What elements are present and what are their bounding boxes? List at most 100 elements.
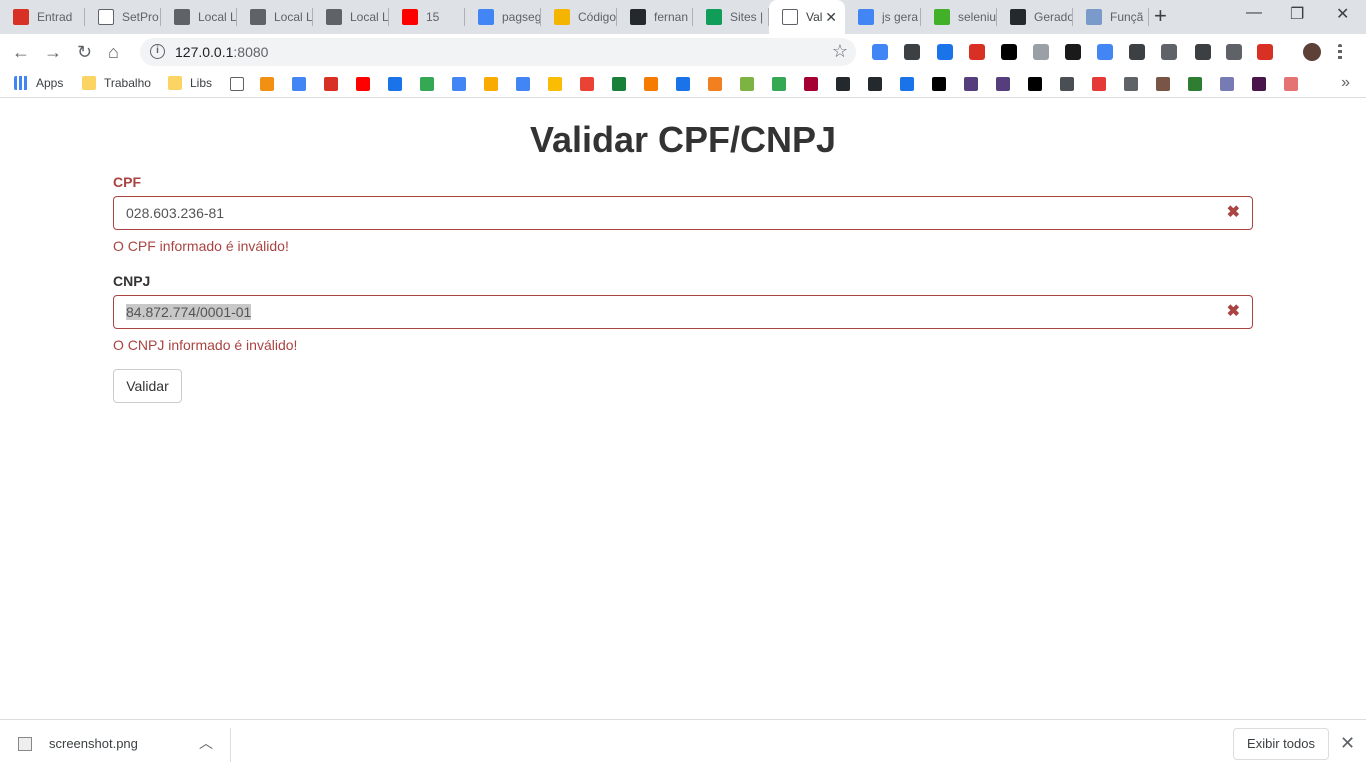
- gmail-icon[interactable]: [324, 77, 338, 91]
- photos-icon[interactable]: [580, 77, 594, 91]
- cpf-input[interactable]: 028.603.236-81 ✖: [113, 196, 1253, 230]
- maps-icon[interactable]: [420, 77, 434, 91]
- cloudflare-icon[interactable]: [708, 77, 722, 91]
- new-tab-button[interactable]: +: [1154, 5, 1167, 27]
- apps-icon: [14, 76, 28, 90]
- github-icon[interactable]: [868, 77, 882, 91]
- notion-icon[interactable]: [1065, 44, 1081, 60]
- browser-tab[interactable]: seleniu: [921, 0, 997, 34]
- avatar[interactable]: [1303, 43, 1321, 61]
- browser-tab[interactable]: Local L: [237, 0, 313, 34]
- flag-icon[interactable]: [900, 77, 914, 91]
- divider: [230, 728, 231, 762]
- page-icon[interactable]: [230, 77, 244, 91]
- menu-icon[interactable]: [1338, 44, 1342, 60]
- browser-tab[interactable]: fernan: [617, 0, 693, 34]
- address-bar[interactable]: i 127.0.0.1:8080 ☆: [140, 38, 856, 66]
- cnpj-input[interactable]: 84.872.774/0001-01 ✖: [113, 295, 1253, 329]
- video-icon[interactable]: [1257, 44, 1273, 60]
- tab-icon[interactable]: [1097, 44, 1113, 60]
- hash-icon[interactable]: [1252, 77, 1266, 91]
- show-all-button[interactable]: Exibir todos: [1233, 728, 1329, 760]
- pma-icon[interactable]: [260, 77, 274, 91]
- pocket-icon[interactable]: [904, 44, 920, 60]
- download-item[interactable]: screenshot.png: [18, 736, 138, 751]
- square-icon[interactable]: [1060, 77, 1074, 91]
- ads-icon[interactable]: [516, 77, 530, 91]
- circle-icon[interactable]: [612, 77, 626, 91]
- bookmark-trabalho[interactable]: Trabalho: [82, 76, 151, 90]
- home-button[interactable]: ⌂: [108, 42, 119, 62]
- function-icon: [1086, 9, 1102, 25]
- browser-tab[interactable]: Código: [541, 0, 617, 34]
- ball-icon[interactable]: [1161, 44, 1177, 60]
- medium-icon[interactable]: [1028, 77, 1042, 91]
- forward-button[interactable]: →: [44, 42, 62, 62]
- browser-tab[interactable]: Val ✕: [769, 0, 845, 34]
- calendar-icon[interactable]: [388, 77, 402, 91]
- minimize-button[interactable]: —: [1246, 4, 1262, 22]
- drive-icon[interactable]: [1033, 44, 1049, 60]
- browser-tab[interactable]: Sites |: [693, 0, 769, 34]
- n-icon[interactable]: [1092, 77, 1106, 91]
- youtube-icon: [402, 9, 418, 25]
- chevron-up-icon[interactable]: ︿: [199, 733, 213, 753]
- fd-icon[interactable]: [1001, 44, 1017, 60]
- json-icon[interactable]: [1129, 44, 1145, 60]
- bookmarks-overflow-button[interactable]: »: [1341, 74, 1350, 92]
- chrome-icon[interactable]: [772, 77, 786, 91]
- bookmark-icon[interactable]: [1226, 44, 1242, 60]
- adblock-icon[interactable]: [969, 44, 985, 60]
- page-title: Validar CPF/CNPJ: [529, 119, 837, 160]
- eyedropper-icon[interactable]: [1195, 44, 1211, 60]
- sites-icon: [706, 9, 722, 25]
- browser-tab[interactable]: 15: [389, 0, 465, 34]
- dots-icon[interactable]: [804, 77, 818, 91]
- browser-tab[interactable]: js gera: [845, 0, 921, 34]
- github-icon[interactable]: [836, 77, 850, 91]
- browser-tab[interactable]: Local L: [161, 0, 237, 34]
- browser-tab[interactable]: Funçã: [1073, 0, 1149, 34]
- php-icon[interactable]: [1220, 77, 1234, 91]
- book-icon[interactable]: [1156, 77, 1170, 91]
- elephant-icon[interactable]: [1124, 77, 1138, 91]
- flag-icon[interactable]: [932, 77, 946, 91]
- calendar-icon[interactable]: [937, 44, 953, 60]
- browser-tab[interactable]: Local L: [313, 0, 389, 34]
- tab-title: Gerado: [1034, 10, 1073, 24]
- tab-title: Sites |: [730, 10, 764, 24]
- browser-tab[interactable]: SetPro: [85, 0, 161, 34]
- docs-icon[interactable]: [292, 77, 306, 91]
- info-icon[interactable]: i: [150, 44, 165, 59]
- bookmark-apps[interactable]: Apps: [14, 76, 63, 90]
- browser-tab[interactable]: Gerado: [997, 0, 1073, 34]
- translate-icon[interactable]: [452, 77, 466, 91]
- bookmarks-bar: Apps Trabalho Libs »: [0, 70, 1366, 98]
- close-tab-icon[interactable]: ✕: [825, 9, 837, 25]
- heart-icon[interactable]: [1284, 77, 1298, 91]
- close-download-bar-button[interactable]: ✕: [1340, 733, 1355, 753]
- translate-icon[interactable]: [872, 44, 888, 60]
- bootstrap-icon[interactable]: [996, 77, 1010, 91]
- url-text[interactable]: 127.0.0.1:8080: [175, 44, 268, 60]
- box-icon[interactable]: [644, 77, 658, 91]
- restore-button[interactable]: ❐: [1290, 4, 1304, 24]
- code-icon: [554, 9, 570, 25]
- sync-icon[interactable]: [676, 77, 690, 91]
- bookmark-libs[interactable]: Libs: [168, 76, 212, 90]
- validar-button[interactable]: Validar: [113, 369, 182, 403]
- plane-icon[interactable]: [740, 77, 754, 91]
- close-window-button[interactable]: ✕: [1336, 4, 1349, 24]
- tab-title: js gera: [882, 10, 919, 24]
- keep-icon[interactable]: [548, 77, 562, 91]
- browser-tab[interactable]: Entrad: [0, 0, 85, 34]
- bookmark-star-icon[interactable]: ☆: [832, 41, 848, 62]
- reload-button[interactable]: ↻: [77, 42, 92, 62]
- google-icon: [858, 9, 874, 25]
- back-button[interactable]: ←: [12, 42, 30, 62]
- browser-tab[interactable]: pagseg: [465, 0, 541, 34]
- youtube-icon[interactable]: [356, 77, 370, 91]
- analytics-icon[interactable]: [484, 77, 498, 91]
- bootstrap-icon[interactable]: [964, 77, 978, 91]
- hat-icon[interactable]: [1188, 77, 1202, 91]
